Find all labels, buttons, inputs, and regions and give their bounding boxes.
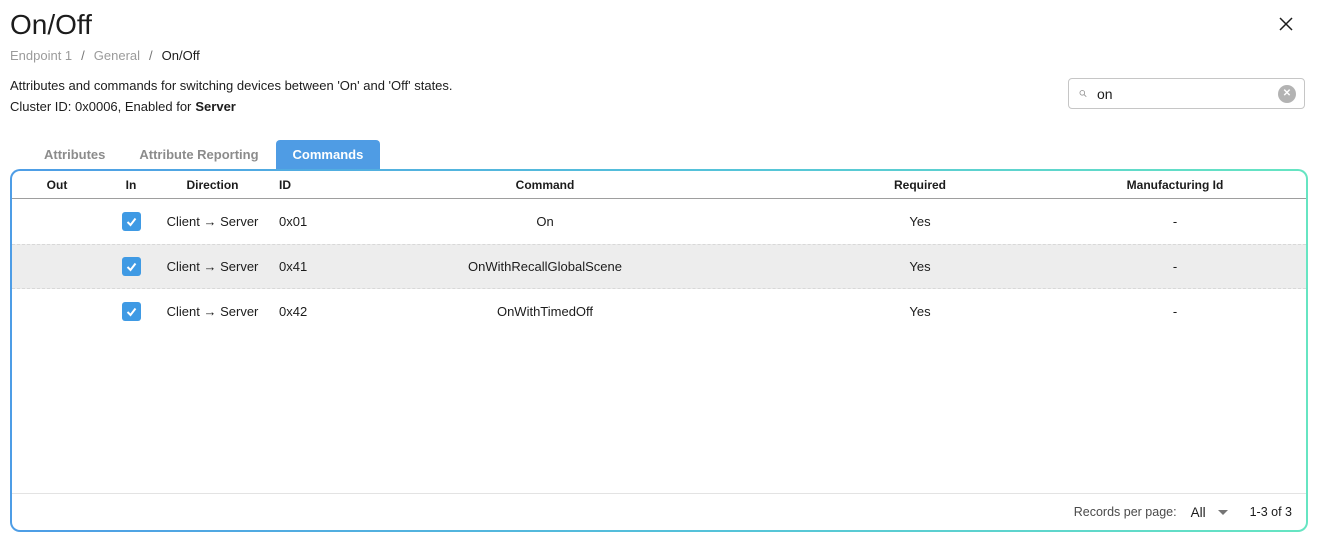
cluster-enabled-role: Server: [195, 99, 235, 114]
close-button[interactable]: [1274, 12, 1298, 36]
column-header-in: In: [102, 178, 160, 192]
column-header-direction: Direction: [160, 178, 265, 192]
checkbox-check-icon: [125, 305, 138, 318]
cluster-description: Attributes and commands for switching de…: [10, 78, 453, 93]
search-icon: [1079, 85, 1087, 102]
manufacturing-id-cell: -: [1105, 259, 1245, 274]
table-row: Client → Server 0x41 OnWithRecallGlobalS…: [12, 244, 1306, 289]
breadcrumb-separator: /: [149, 48, 153, 63]
required-cell: Yes: [735, 259, 1105, 274]
in-checkbox[interactable]: [122, 212, 141, 231]
tab-attributes[interactable]: Attributes: [27, 140, 122, 169]
command-cell: OnWithRecallGlobalScene: [355, 259, 735, 274]
records-per-page-label: Records per page:: [1074, 505, 1177, 519]
column-header-out: Out: [12, 178, 102, 192]
command-cell: OnWithTimedOff: [355, 304, 735, 319]
column-header-required: Required: [735, 178, 1105, 192]
direction-cell: Client → Server: [160, 259, 265, 274]
manufacturing-id-cell: -: [1105, 214, 1245, 229]
checkbox-check-icon: [125, 260, 138, 273]
column-header-command: Command: [355, 178, 735, 192]
in-checkbox[interactable]: [122, 302, 141, 321]
commands-table-container: Out In Direction ID Command Required Man…: [10, 169, 1308, 532]
pagination-range: 1-3 of 3: [1250, 505, 1292, 519]
cluster-info-prefix: Cluster ID: 0x0006, Enabled for: [10, 99, 191, 114]
cluster-info-line: Cluster ID: 0x0006, Enabled for Server: [10, 99, 453, 114]
breadcrumb-general[interactable]: General: [94, 48, 140, 63]
search-input[interactable]: [1087, 86, 1278, 102]
in-checkbox[interactable]: [122, 257, 141, 276]
direction-cell: Client → Server: [160, 304, 265, 319]
breadcrumb-separator: /: [81, 48, 85, 63]
breadcrumb-current: On/Off: [162, 48, 200, 63]
id-cell: 0x42: [265, 304, 355, 319]
dialog-header: On/Off Endpoint 1 / General / On/Off: [0, 0, 1318, 63]
direction-cell: Client → Server: [160, 214, 265, 229]
column-header-id: ID: [265, 178, 355, 192]
chevron-down-icon: [1218, 510, 1228, 515]
manufacturing-id-cell: -: [1105, 304, 1245, 319]
required-cell: Yes: [735, 214, 1105, 229]
table-empty-area: [12, 334, 1306, 493]
id-cell: 0x41: [265, 259, 355, 274]
column-header-manufacturing-id: Manufacturing Id: [1105, 178, 1245, 192]
close-icon: [1278, 16, 1294, 32]
table-row: Client → Server 0x01 On Yes -: [12, 199, 1306, 244]
clear-search-icon[interactable]: ✕: [1278, 85, 1296, 103]
page-title: On/Off: [10, 8, 92, 42]
cluster-description-block: Attributes and commands for switching de…: [10, 78, 453, 114]
table-pagination: Records per page: All 1-3 of 3: [12, 493, 1306, 530]
tab-attribute-reporting[interactable]: Attribute Reporting: [122, 140, 275, 169]
tab-commands[interactable]: Commands: [276, 140, 381, 169]
required-cell: Yes: [735, 304, 1105, 319]
command-cell: On: [355, 214, 735, 229]
checkbox-check-icon: [125, 215, 138, 228]
breadcrumb-endpoint[interactable]: Endpoint 1: [10, 48, 72, 63]
records-per-page-value: All: [1191, 505, 1206, 520]
table-header-row: Out In Direction ID Command Required Man…: [12, 171, 1306, 199]
search-box[interactable]: ✕: [1068, 78, 1305, 109]
id-cell: 0x01: [265, 214, 355, 229]
records-per-page-select[interactable]: All: [1191, 505, 1228, 520]
table-row: Client → Server 0x42 OnWithTimedOff Yes …: [12, 289, 1306, 334]
breadcrumb: Endpoint 1 / General / On/Off: [10, 48, 1298, 63]
cluster-tabs: Attributes Attribute Reporting Commands: [27, 140, 1318, 169]
